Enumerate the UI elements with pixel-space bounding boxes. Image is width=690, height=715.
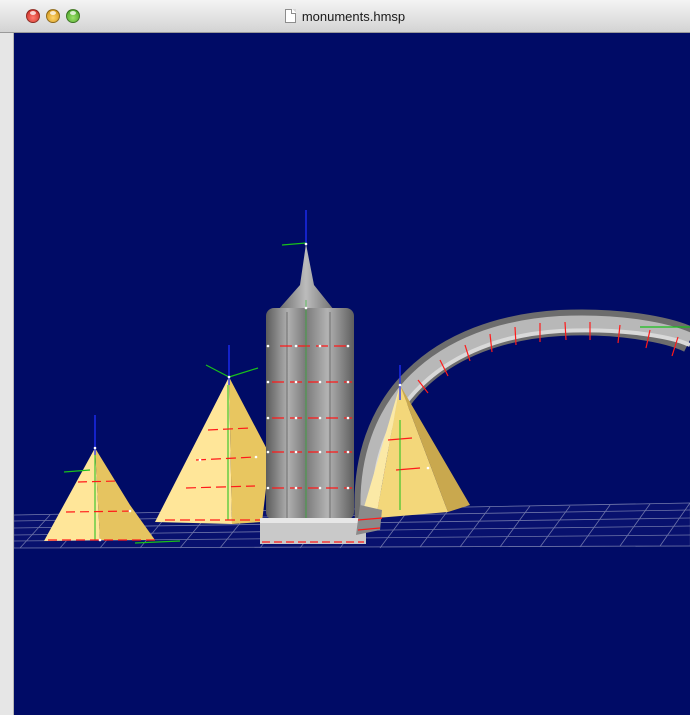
app-window: monuments.hmsp: [0, 0, 690, 715]
left-edge: [0, 33, 14, 715]
title-group: monuments.hmsp: [0, 0, 690, 32]
document-icon: [284, 9, 296, 23]
3d-viewport[interactable]: [14, 33, 690, 715]
scene-canvas[interactable]: [14, 33, 690, 715]
title-bar[interactable]: monuments.hmsp: [0, 0, 690, 33]
window-title: monuments.hmsp: [301, 8, 406, 24]
